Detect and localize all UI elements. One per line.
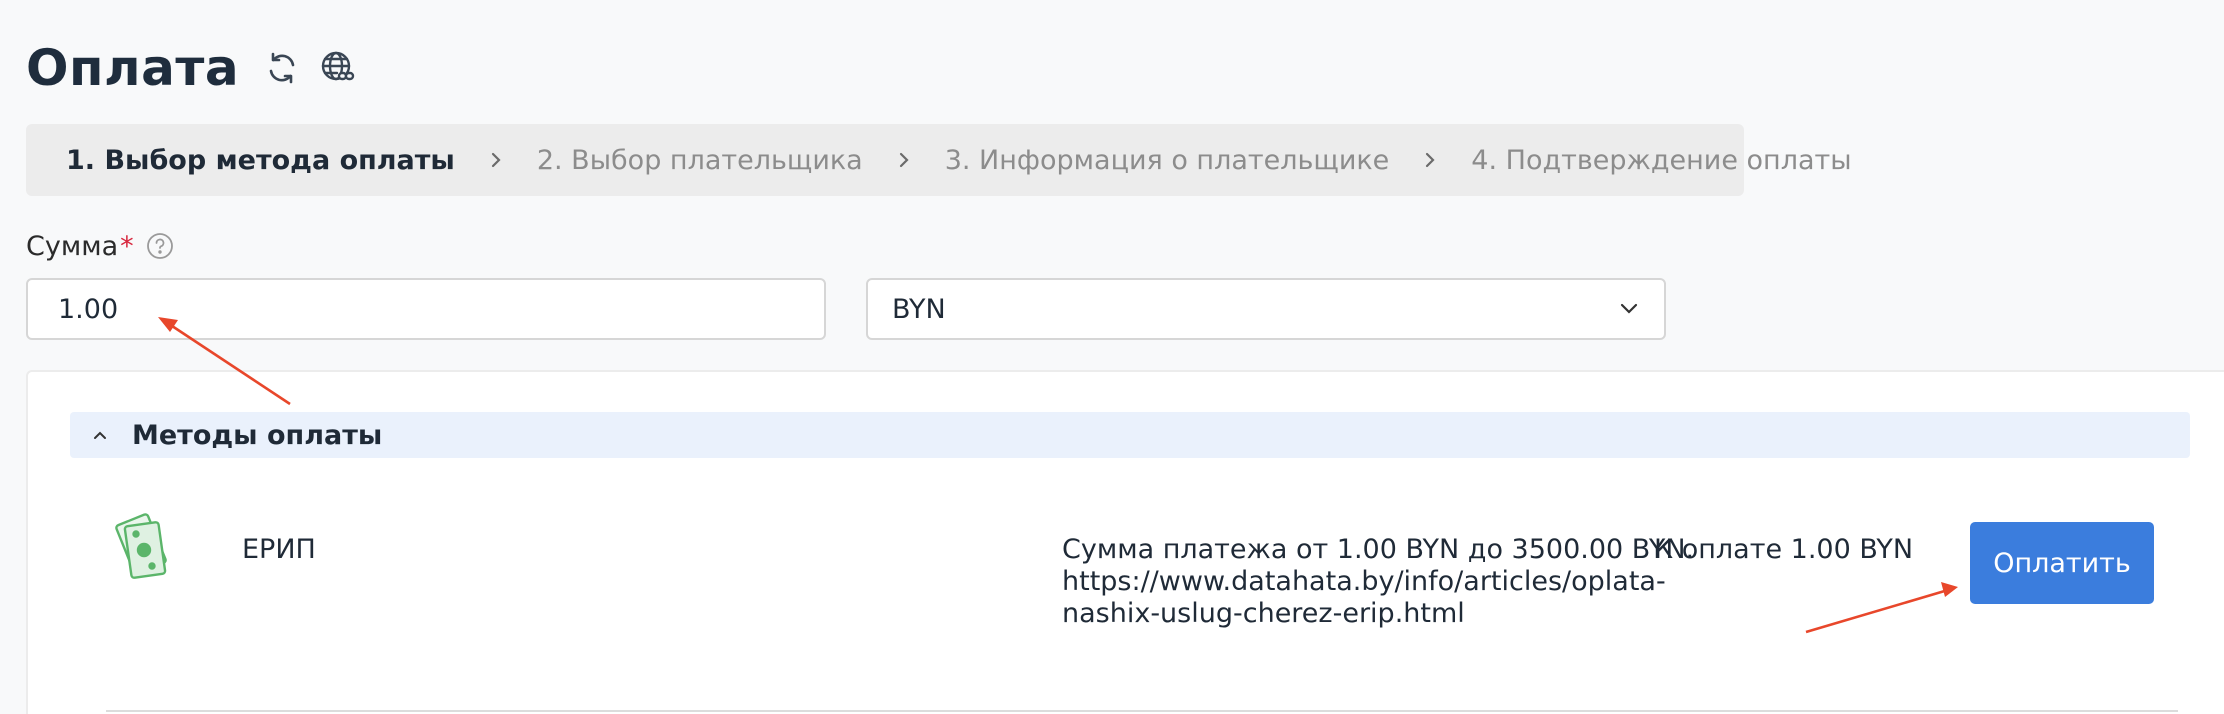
payment-method-name: ЕРИП [242,534,316,565]
payment-methods-title: Методы оплаты [132,419,383,451]
chevron-right-icon [489,149,503,171]
pay-button[interactable]: Оплатить [1970,522,2154,604]
amount-input[interactable] [26,278,826,340]
money-bills-icon [110,512,178,584]
step-payer[interactable]: 2. Выбор плательщика [537,145,863,176]
payment-method-description: Сумма платежа от 1.00 BYN до 3500.00 BYN… [1062,534,1695,630]
payment-total: К оплате 1.00 BYN [1654,534,1914,565]
currency-select[interactable]: BYN [866,278,1666,340]
chevron-up-icon [90,425,110,445]
chevron-right-icon [897,149,911,171]
payment-methods-toggle[interactable]: Методы оплаты [70,412,2190,458]
refresh-icon[interactable] [263,49,301,87]
page-title: Оплата [26,39,240,97]
amount-label: Сумма [26,230,119,262]
globe-link-icon[interactable] [319,49,357,87]
question-circle-icon[interactable] [146,232,174,260]
step-payer-info[interactable]: 3. Информация о плательщике [945,145,1390,176]
payment-method-info-link-cont: nashix-uslug-cherez-erip.html [1062,598,1465,629]
payment-method-row: ЕРИП Сумма платежа от 1.00 BYN до 3500.0… [106,512,2178,712]
step-confirmation[interactable]: 4. Подтверждение оплаты [1471,145,1851,176]
chevron-right-icon [1423,149,1437,171]
payment-method-limits: Сумма платежа от 1.00 BYN до 3500.00 BYN… [1062,534,1695,565]
amount-label-row: Сумма * [26,228,174,264]
chevron-down-icon [1618,300,1640,319]
payment-methods-card: Методы оплаты ЕРИП Сумма платежа от 1.00… [26,370,2224,714]
step-payment-method[interactable]: 1. Выбор метода оплаты [66,145,455,176]
payment-method-info-link: https://www.datahata.by/info/articles/op… [1062,566,1666,597]
currency-selected-value: BYN [892,293,946,325]
checkout-steps: 1. Выбор метода оплаты 2. Выбор плательщ… [26,124,1852,196]
required-mark: * [120,230,134,262]
page-header: Оплата [26,36,357,100]
